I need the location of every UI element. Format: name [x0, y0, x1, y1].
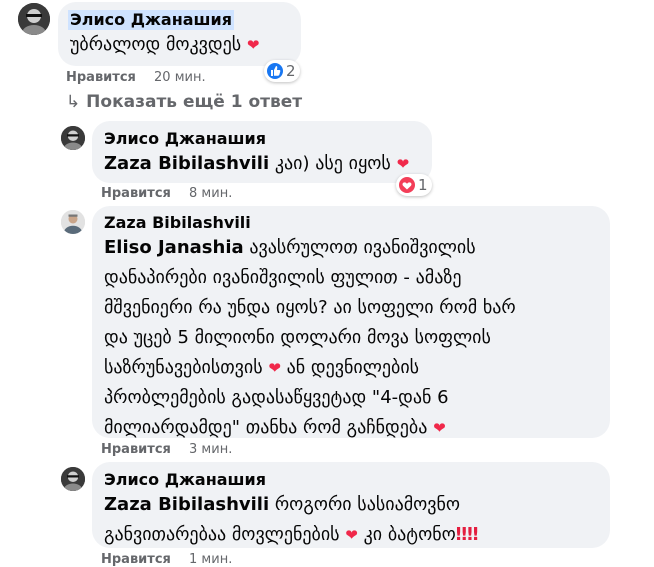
comment-text-line: როგორი სასიამოვნო — [274, 494, 461, 515]
avatar[interactable] — [18, 3, 50, 35]
comment-bubble: Элисо Джанашия Zaza Bibilashvili როგორი … — [92, 462, 610, 548]
reaction-summary[interactable]: 1 — [396, 174, 432, 196]
avatar[interactable] — [61, 126, 85, 150]
comment-time[interactable]: 20 мин. — [154, 70, 206, 85]
show-more-replies-button[interactable]: ↳ Показать ещё 1 ответ — [66, 92, 302, 112]
reaction-count: 1 — [418, 176, 428, 194]
comment-text-line: განვითარებაა მოვლენების — [104, 524, 340, 545]
like-button[interactable]: Нравится — [101, 186, 171, 201]
love-icon — [399, 177, 415, 193]
reaction-summary[interactable]: 2 — [264, 60, 300, 82]
comment-meta: Нравится 20 мин. — [66, 70, 206, 85]
comment-text-line: პრობლემების გადასაწყვეტად "4-დან 6 — [104, 387, 449, 408]
reaction-count: 2 — [286, 62, 296, 80]
avatar[interactable] — [61, 210, 85, 234]
like-button[interactable]: Нравится — [66, 70, 136, 85]
comment-bubble: Элисо Джанашия Zaza Bibilashvili კაი) ას… — [92, 121, 432, 183]
comment-text-line: საზრუნავებისთვის — [104, 357, 263, 378]
comment-text-line: და უცებ 5 მილიონი დოლარი მოვა სოფლის — [104, 327, 491, 348]
comment-meta: Нравится 3 мин. — [101, 442, 232, 457]
comment-author[interactable]: Элисо Джанашия — [104, 129, 418, 149]
comment-author[interactable]: Элисо Джанашия — [68, 10, 235, 30]
mention-link[interactable]: Zaza Bibilashvili — [104, 494, 269, 515]
like-icon — [267, 63, 283, 79]
heart-icon: ❤ — [268, 359, 281, 377]
comment-meta: Нравится 8 мин. — [101, 186, 232, 201]
comment-text-line: დანაპირები ივანიშვილის ფულით - ამაზე — [104, 267, 462, 288]
show-more-label: Показать ещё 1 ответ — [86, 92, 303, 112]
mention-link[interactable]: Zaza Bibilashvili — [104, 153, 269, 174]
comment-text-line: მშვენიერი რა უნდა იყოს? აი სოფელი რომ ხა… — [104, 297, 516, 318]
comment-time[interactable]: 3 мин. — [189, 442, 232, 457]
comment-text: უბრალოდ მოკვდეს ❤ — [70, 30, 287, 60]
avatar[interactable] — [61, 467, 85, 491]
comment-text-line: მილიარდამდე" თანხა რომ გაჩნდება — [104, 417, 428, 438]
comment-text-line: ან დევნილების — [286, 357, 420, 378]
reply-arrow-icon: ↳ — [66, 92, 81, 112]
comment-text-body: უბრალოდ მოკვდეს — [70, 34, 242, 55]
heart-icon: ❤ — [396, 155, 410, 173]
comment-text: Zaza Bibilashvili როგორი სასიამოვნო განვ… — [104, 490, 596, 550]
comment-bubble: Элисо Джанашия უბრალოდ მოკვდეს ❤ — [58, 2, 301, 66]
comment-text: Eliso Janashia ავასრულოთ ივანიშვილის დან… — [104, 233, 596, 443]
heart-icon: ❤ — [345, 526, 358, 544]
comment-time[interactable]: 8 мин. — [189, 186, 232, 201]
comment-text-line: ავასრულოთ ივანიშვილის — [249, 237, 476, 258]
comment-text-line: კი ბატონო — [363, 524, 456, 545]
comment-author[interactable]: Элисо Джанашия — [104, 470, 596, 490]
comment-text-body: კაი) ასე იყოს — [274, 153, 391, 174]
comment-text: Zaza Bibilashvili კაი) ასე იყოს ❤ — [104, 149, 418, 179]
like-button[interactable]: Нравится — [101, 442, 171, 457]
mention-link[interactable]: Eliso Janashia — [104, 237, 244, 258]
comment-author[interactable]: Zaza Bibilashvili — [104, 213, 596, 233]
heart-icon: ❤ — [433, 419, 446, 437]
double-exclamation-icon: ‼‼ — [455, 524, 479, 545]
comment-bubble: Zaza Bibilashvili Eliso Janashia ავასრულ… — [92, 206, 610, 438]
heart-icon: ❤ — [246, 36, 260, 54]
